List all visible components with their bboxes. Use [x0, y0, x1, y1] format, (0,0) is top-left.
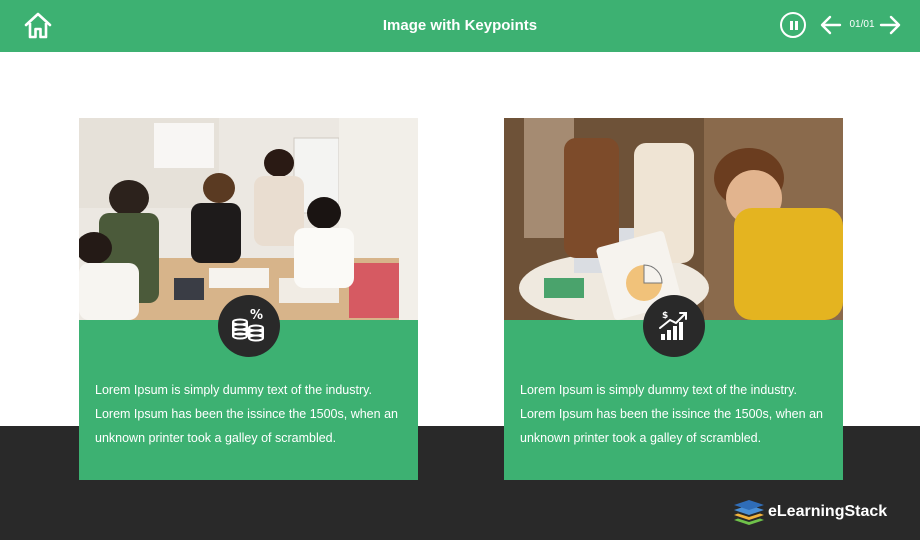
keypoint-card-2: Lorem Ipsum is simply dummy text of the …	[504, 118, 843, 480]
arrow-right-icon	[879, 15, 901, 35]
page-counter: 01/01	[849, 19, 875, 30]
report-review-photo	[504, 118, 843, 320]
top-bar: Image with Keypoints 01/01	[0, 0, 920, 52]
brand-logo: eLearningStack	[732, 497, 902, 527]
team-meeting-photo	[79, 118, 418, 320]
brand-name: eLearningStack	[768, 503, 888, 520]
card-description: Lorem Ipsum is simply dummy text of the …	[520, 383, 823, 445]
svg-text:$: $	[662, 311, 668, 321]
svg-text:%: %	[250, 308, 263, 323]
growth-chart-icon: $	[659, 311, 687, 340]
card-description: Lorem Ipsum is simply dummy text of the …	[95, 383, 398, 445]
stack-logo-icon	[734, 500, 764, 525]
keypoint-card-1: Lorem Ipsum is simply dummy text of the …	[79, 118, 418, 480]
card-icon-badge: $	[643, 295, 705, 357]
card-icon-badge: %	[218, 295, 280, 357]
previous-button[interactable]	[819, 14, 843, 36]
arrow-left-icon	[820, 15, 842, 35]
next-button[interactable]	[878, 14, 902, 36]
pause-button[interactable]	[780, 12, 806, 38]
coins-percent-icon: %	[232, 308, 264, 342]
